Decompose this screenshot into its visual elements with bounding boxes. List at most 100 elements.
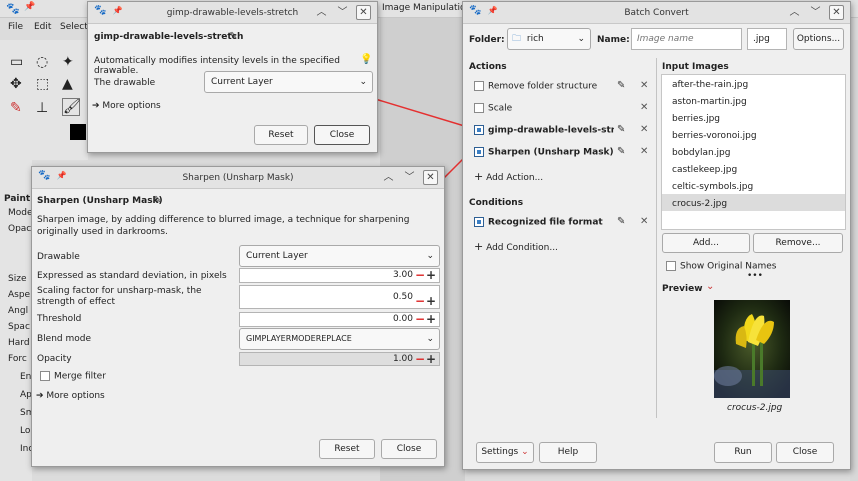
levels-reset-button[interactable]: Reset	[254, 125, 308, 145]
remove-x-icon[interactable]: ✕	[640, 124, 648, 135]
remove-x-icon[interactable]: ✕	[640, 216, 648, 227]
remove-x-icon[interactable]: ✕	[640, 80, 648, 91]
plus-icon[interactable]: +	[426, 269, 436, 282]
chevron-down-icon[interactable]: ﹀	[335, 5, 350, 20]
action-row-2[interactable]: gimp-drawable-levels-stret...	[474, 125, 614, 136]
chevron-down-icon[interactable]: ﹀	[808, 5, 823, 20]
remove-x-icon[interactable]: ✕	[640, 146, 648, 157]
action-label: Remove folder structure	[488, 81, 598, 92]
batch-close-button[interactable]: Close	[776, 442, 834, 463]
condition-row-0[interactable]: Recognized file format	[474, 217, 614, 228]
chevron-down-icon: ⌄	[521, 447, 529, 457]
checkbox[interactable]	[40, 371, 50, 381]
drawable-combo[interactable]: Current Layer ⌄	[239, 245, 440, 267]
more-options-label: More options	[46, 391, 105, 401]
close-icon[interactable]: ✕	[423, 170, 438, 185]
image-item[interactable]: bobdylan.jpg	[672, 148, 730, 158]
extension-field[interactable]: .jpg	[747, 28, 787, 50]
sharpen-close-button[interactable]: Close	[381, 439, 437, 459]
plus-icon[interactable]: +	[426, 353, 436, 365]
folder-value: rich	[526, 34, 544, 44]
chevron-up-icon[interactable]: ︿	[314, 5, 329, 20]
minus-icon[interactable]: −	[415, 290, 425, 312]
levels-dialog: 🐾 📌 gimp-drawable-levels-stretch ︿ ﹀ ✕ g…	[87, 1, 378, 153]
name-label: Name:	[597, 35, 630, 45]
checkbox[interactable]	[474, 81, 484, 91]
show-original-names-checkbox[interactable]: Show Original Names	[666, 261, 776, 272]
run-button[interactable]: Run	[714, 442, 772, 463]
minus-icon[interactable]: −	[415, 313, 425, 326]
edit-pencil-icon[interactable]: ✎	[617, 216, 625, 227]
action-row-0[interactable]: Remove folder structure	[474, 81, 654, 92]
image-item[interactable]: aston-martin.jpg	[672, 97, 747, 107]
image-item[interactable]: berries-voronoi.jpg	[672, 131, 757, 141]
remove-images-button[interactable]: Remove...	[753, 233, 843, 253]
blend-mode-combo[interactable]: GIMPLAYERMODEREPLACE ⌄	[239, 328, 440, 350]
sharpen-heading: Sharpen (Unsharp Mask)	[37, 196, 163, 206]
add-condition-label: Add Condition...	[486, 243, 558, 253]
image-item-selected[interactable]: crocus-2.jpg	[672, 199, 727, 209]
pane-divider[interactable]	[656, 58, 660, 418]
preview-caption: crocus-2.jpg	[727, 403, 783, 413]
threshold-spinner[interactable]: 0.00 − +	[239, 312, 440, 327]
edit-pencil-icon[interactable]: ✎	[153, 195, 161, 206]
sharpen-reset-button[interactable]: Reset	[319, 439, 375, 459]
levels-close-button[interactable]: Close	[314, 125, 370, 145]
image-item[interactable]: celtic-symbols.jpg	[672, 182, 753, 192]
sharpen-more-options[interactable]: ➔ More options	[36, 391, 105, 401]
edit-pencil-icon[interactable]: ✎	[617, 124, 625, 135]
add-images-button[interactable]: Add...	[662, 233, 750, 253]
chevron-down-icon[interactable]: ⌄	[706, 281, 714, 292]
image-item[interactable]: after-the-rain.jpg	[672, 80, 748, 90]
add-action-button[interactable]: + Add Action...	[474, 170, 543, 183]
scaling-label: Scaling factor for unsharp-mask, the str…	[37, 286, 202, 307]
chevron-up-icon[interactable]: ︿	[787, 5, 802, 20]
levels-more-options[interactable]: ➔ More options	[92, 101, 161, 111]
scaling-spinner[interactable]: 0.50 − +	[239, 285, 440, 309]
plus-icon: +	[474, 240, 484, 253]
opacity-spinner[interactable]: 1.00 − +	[239, 352, 440, 366]
checkbox[interactable]	[474, 103, 484, 113]
levels-heading: gimp-drawable-levels-stretch	[94, 32, 244, 42]
settings-button[interactable]: Settings ⌄	[476, 442, 534, 463]
opacity-label: Opacity	[37, 354, 72, 364]
handle-dots-icon[interactable]: •••	[747, 271, 763, 281]
chevron-down-icon: ⌄	[426, 334, 434, 344]
levels-titlebar: 🐾 📌 gimp-drawable-levels-stretch ︿ ﹀ ✕	[88, 2, 377, 24]
merge-filter-checkbox[interactable]: Merge filter	[40, 371, 106, 382]
checkbox[interactable]	[474, 217, 484, 227]
close-icon[interactable]: ✕	[356, 5, 371, 20]
image-item[interactable]: castlekeep.jpg	[672, 165, 737, 175]
edit-pencil-icon[interactable]: ✎	[229, 31, 237, 42]
blend-mode-label: Blend mode	[37, 334, 92, 344]
add-condition-button[interactable]: + Add Condition...	[474, 240, 558, 253]
minus-icon[interactable]: −	[415, 353, 425, 365]
edit-pencil-icon[interactable]: ✎	[617, 80, 625, 91]
blend-mode-value: GIMPLAYERMODEREPLACE	[246, 334, 352, 343]
image-item[interactable]: berries.jpg	[672, 114, 720, 124]
std-dev-spinner[interactable]: 3.00 − +	[239, 268, 440, 283]
batch-convert-dialog: 🐾 📌 Batch Convert ︿ ﹀ ✕ Folder: 🗀 rich ⌄…	[462, 1, 851, 470]
checkbox[interactable]	[474, 147, 484, 157]
options-button[interactable]: Options...	[793, 28, 844, 50]
remove-x-icon[interactable]: ✕	[640, 102, 648, 113]
folder-combo[interactable]: 🗀 rich ⌄	[507, 28, 591, 50]
extension-value: .jpg	[753, 34, 770, 44]
minus-icon[interactable]: −	[415, 269, 425, 282]
plus-icon[interactable]: +	[426, 290, 436, 312]
checkbox[interactable]	[666, 261, 676, 271]
image-list: after-the-rain.jpg aston-martin.jpg berr…	[661, 74, 846, 230]
chevron-up-icon[interactable]: ︿	[381, 170, 396, 185]
chevron-down-icon[interactable]: ﹀	[402, 170, 417, 185]
edit-pencil-icon[interactable]: ✎	[617, 146, 625, 157]
checkbox[interactable]	[474, 125, 484, 135]
levels-drawable-combo[interactable]: Current Layer ⌄	[204, 71, 373, 93]
sharpen-description: Sharpen image, by adding difference to b…	[37, 215, 410, 237]
more-options-label: More options	[102, 101, 161, 111]
action-row-3[interactable]: Sharpen (Unsharp Mask)	[474, 147, 614, 158]
close-icon[interactable]: ✕	[829, 5, 844, 20]
help-button[interactable]: Help	[539, 442, 597, 463]
action-row-1[interactable]: Scale	[474, 103, 654, 114]
name-input[interactable]	[631, 28, 742, 50]
plus-icon[interactable]: +	[426, 313, 436, 326]
